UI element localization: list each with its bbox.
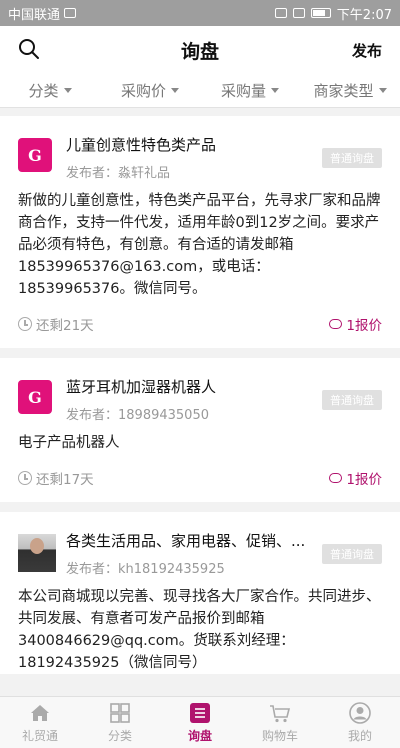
user-icon (349, 701, 371, 724)
tab-label: 礼贸通 (21, 728, 58, 743)
card-description: 新做的儿童创意性，特色类产品平台，先寻求厂家和品牌商合作，支持一件代发，适用年龄… (18, 193, 381, 297)
remaining-label: 还剩21天 (36, 318, 94, 334)
card-publisher: 发布者：kh18192435925 (66, 562, 225, 577)
card-description: 本公司商城现以完善、现寻找各大厂家合作。共同进步、共同发展、有意者可发产品报价到… (18, 589, 381, 671)
tab-profile[interactable]: 我的 (320, 697, 400, 748)
top-header: 询盘 发布 (0, 26, 400, 74)
search-icon[interactable] (18, 38, 40, 60)
quote-label: 1报价 (346, 472, 382, 488)
cart-icon (270, 704, 291, 722)
tab-label: 我的 (347, 728, 372, 743)
page-title: 询盘 (180, 40, 219, 63)
inquiry-card[interactable]: G 儿童创意性特色类产品 发布者：淼轩礼品 普通询盘 新做的儿童创意性，特色类产… (0, 116, 400, 348)
status-right: 下午2:07 (274, 4, 392, 23)
clock-icon (18, 471, 32, 485)
merchant-logo: G (18, 138, 52, 172)
caret-down-icon (378, 88, 387, 93)
remaining-time: 还剩21天 (18, 314, 94, 334)
filter-price[interactable]: 采购价 (100, 74, 200, 107)
filter-label: 采购价 (120, 82, 166, 100)
caret-down-icon (271, 88, 279, 93)
carrier-label: 中国联通 (8, 7, 61, 23)
message-icon (64, 8, 77, 18)
inquiry-list: G 儿童创意性特色类产品 发布者：淼轩礼品 普通询盘 新做的儿童创意性，特色类产… (0, 116, 400, 684)
filter-merchant-type[interactable]: 商家类型 (300, 74, 400, 107)
chat-icon (329, 319, 343, 329)
filter-bar: 分类 采购价 采购量 商家类型 (0, 74, 400, 108)
quote-label: 1报价 (346, 318, 382, 334)
bottom-tab-bar: 礼贸通 分类 询盘 购物车 我的 (0, 696, 400, 748)
chat-icon (329, 473, 343, 483)
card-title: 蓝牙耳机加湿器机器人 (66, 378, 217, 396)
tab-label: 购物车 (261, 728, 298, 743)
inquiry-type-badge: 普通询盘 (322, 544, 382, 564)
caret-down-icon (171, 88, 179, 93)
carrier: 中国联通 (8, 4, 77, 23)
tab-category[interactable]: 分类 (80, 697, 160, 748)
card-publisher: 发布者：淼轩礼品 (66, 166, 171, 181)
vibrate-icon (274, 8, 287, 18)
wifi-icon (292, 8, 305, 18)
status-bar: 中国联通 下午2:07 (0, 0, 400, 26)
inquiry-card[interactable]: 各类生活用品、家用电器、促销、... 发布者：kh18192435925 普通询… (0, 512, 400, 674)
quote-count[interactable]: 1报价 (329, 314, 382, 334)
quote-count[interactable]: 1报价 (329, 468, 382, 488)
status-time: 下午2:07 (336, 7, 392, 23)
card-footer: 还剩17天 1报价 (18, 454, 382, 502)
card-header: G 儿童创意性特色类产品 发布者：淼轩礼品 普通询盘 (18, 116, 382, 188)
list-icon (190, 702, 210, 723)
card-footer: 还剩21天 1报价 (18, 300, 382, 348)
tab-cart[interactable]: 购物车 (240, 697, 320, 748)
merchant-logo: G (18, 380, 52, 414)
home-icon (31, 704, 49, 721)
remaining-time: 还剩17天 (18, 468, 94, 488)
card-title: 儿童创意性特色类产品 (66, 136, 217, 154)
inquiry-card[interactable]: G 蓝牙耳机加湿器机器人 发布者：18989435050 普通询盘 电子产品机器… (0, 358, 400, 502)
card-title: 各类生活用品、家用电器、促销、... (66, 532, 306, 550)
filter-label: 分类 (28, 82, 59, 100)
clock-icon (18, 317, 32, 331)
battery-icon (310, 8, 331, 18)
tab-inquiry[interactable]: 询盘 (160, 697, 240, 748)
card-header: 各类生活用品、家用电器、促销、... 发布者：kh18192435925 普通询… (18, 512, 382, 584)
grid-icon (110, 702, 130, 723)
tab-label: 分类 (107, 728, 132, 743)
caret-down-icon (63, 88, 72, 93)
publish-button[interactable]: 发布 (352, 40, 382, 61)
card-publisher: 发布者：18989435050 (66, 408, 209, 423)
card-description: 电子产品机器人 (18, 435, 120, 451)
filter-label: 采购量 (220, 82, 266, 100)
tab-home[interactable]: 礼贸通 (0, 697, 80, 748)
merchant-avatar (18, 534, 56, 572)
tab-label: 询盘 (187, 728, 212, 743)
filter-quantity[interactable]: 采购量 (200, 74, 300, 107)
inquiry-type-badge: 普通询盘 (322, 148, 382, 168)
card-header: G 蓝牙耳机加湿器机器人 发布者：18989435050 普通询盘 (18, 358, 382, 430)
filter-category[interactable]: 分类 (0, 74, 100, 107)
remaining-label: 还剩17天 (36, 472, 94, 488)
filter-label: 商家类型 (313, 82, 374, 100)
inquiry-type-badge: 普通询盘 (322, 390, 382, 410)
